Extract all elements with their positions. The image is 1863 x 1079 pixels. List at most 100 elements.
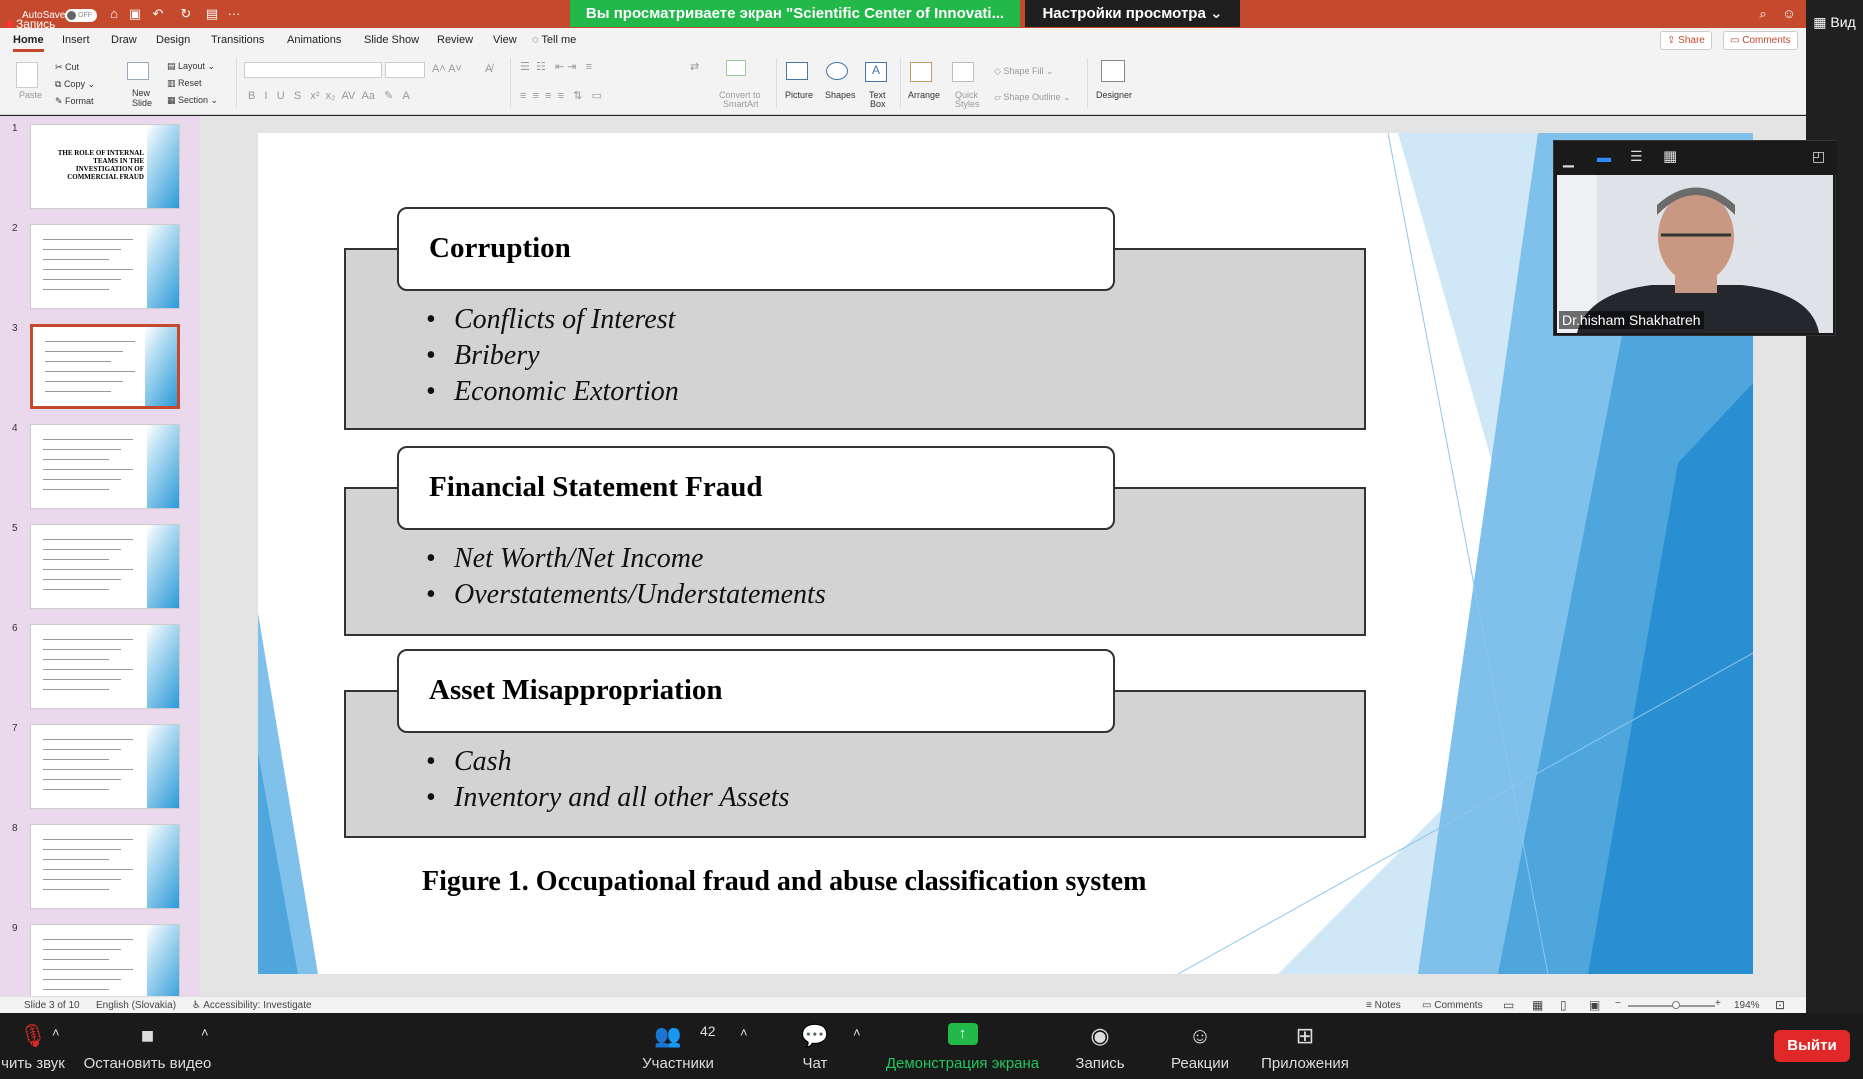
undo-icon[interactable]: ↶ [150,6,166,22]
font-size-select[interactable] [385,62,425,78]
text-style-icons[interactable]: B I U S x² x₂ AV Aa ✎ A [248,89,410,102]
zoom-slider[interactable] [1628,1001,1715,1009]
feedback-icon[interactable]: ☺ [1781,6,1797,22]
chat-options-chevron[interactable]: ˄ [853,1025,861,1040]
present-icon[interactable]: ▤ [204,6,220,22]
slide-thumbnail-3[interactable] [30,324,180,409]
current-slide[interactable]: Corruption Conflicts of Interest Bribery… [258,133,1753,974]
video-camera-icon: ■ [140,1023,155,1048]
slide-thumbnail-8[interactable] [30,824,180,909]
zoom-out-button[interactable]: − [1615,998,1621,1009]
zoom-slider-thumb[interactable] [1671,1001,1680,1009]
gallery-view-icon[interactable]: ▦ [1663,147,1677,165]
audio-options-chevron[interactable]: ˄ [52,1025,60,1040]
slideshow-icon[interactable]: ▣ [1589,998,1600,1012]
new-slide-icon[interactable] [127,62,149,80]
thumbnail-text-line [43,579,121,580]
section-button[interactable]: ▦ Section ⌄ [167,95,218,106]
reset-button[interactable]: ▥ Reset [167,78,202,89]
slide-thumbnail-6[interactable] [30,624,180,709]
section-label: Section [178,95,209,105]
tab-slide-show[interactable]: Slide Show [364,34,419,46]
tab-draw[interactable]: Draw [111,34,137,46]
stop-video-button[interactable]: ■ Остановить видео [80,1013,215,1079]
shape-fill-button[interactable]: ◇ Shape Fill ⌄ [994,66,1054,77]
quick-styles-icon[interactable] [952,62,974,82]
separator [776,58,777,108]
text-box-icon[interactable]: A [865,62,887,82]
tab-review[interactable]: Review [437,34,473,46]
fit-slide-icon[interactable]: ⊡ [1775,998,1785,1012]
slide-thumbnail-5[interactable] [30,524,180,609]
reactions-button[interactable]: ☺ Реакции [1165,1013,1235,1079]
zoom-sharing-banner: Вы просматриваете экран "Scientific Cent… [570,0,1020,27]
more-commands[interactable]: ··· [226,6,242,22]
clear-format-icon[interactable]: A̸ [485,63,492,75]
notes-button[interactable]: ≡ Notes [1366,1000,1401,1011]
list-indent-icons[interactable]: ☰ ☷ ⇤ ⇥ ≡ [520,60,592,73]
participants-button[interactable]: 👥 42 Участники [636,1013,720,1079]
leave-meeting-button[interactable]: Выйти [1774,1030,1850,1062]
thumbnail-text-line [43,769,133,770]
shape-outline-button[interactable]: ▱ Shape Outline ⌄ [994,92,1071,103]
share-button[interactable]: ⇪ Share [1660,31,1712,50]
comments-button[interactable]: ▭ Comments [1723,31,1798,50]
popout-icon[interactable]: ◰ [1812,148,1825,165]
redo-icon[interactable]: ↻ [178,6,194,22]
autosave-toggle[interactable]: OFF [65,9,97,22]
accessibility-button[interactable]: ♿ Accessibility: Investigate [192,1000,312,1011]
smartart-icon[interactable] [726,60,746,76]
tell-me-search[interactable]: ◌ Tell me [532,34,576,46]
tab-transitions[interactable]: Transitions [211,34,264,46]
slide-thumbnail-7[interactable] [30,724,180,809]
speaker-view-icon[interactable]: ▬ [1597,149,1611,165]
thumbnail-text-line [43,439,133,440]
video-options-chevron[interactable]: ˄ [201,1025,209,1040]
reading-view-icon[interactable]: ▯ [1560,998,1567,1012]
home-icon[interactable]: ⌂ [106,6,122,22]
unmute-label: чить звук [1,1055,65,1072]
minimize-icon[interactable]: ▁ [1563,151,1574,168]
zoom-in-button[interactable]: + [1715,998,1721,1009]
tab-animations[interactable]: Animations [287,34,341,46]
normal-view-icon[interactable]: ▭ [1503,998,1514,1012]
comments-status-button[interactable]: ▭ Comments [1422,1000,1483,1011]
tab-design[interactable]: Design [156,34,190,46]
apps-button[interactable]: ⊞ Приложения [1260,1013,1350,1079]
view-button[interactable]: ▦ Вид [1806,0,1863,45]
font-grow-shrink-icons[interactable]: A˄ A˅ [432,63,462,75]
language-indicator[interactable]: English (Slovakia) [96,1000,176,1011]
picture-icon[interactable] [786,62,808,80]
copy-button[interactable]: ⧉ Copy ⌄ [55,79,95,90]
chat-button[interactable]: 💬 Чат [790,1013,840,1079]
slide-thumbnail-2[interactable] [30,224,180,309]
shapes-icon[interactable] [826,62,848,80]
arrange-label: Arrange [908,90,941,100]
arrange-icon[interactable] [910,62,932,82]
view-button-label: Вид [1830,14,1856,30]
text-direction-icon[interactable]: ⇄ [690,60,699,73]
paste-icon[interactable] [16,62,38,88]
unmute-button[interactable]: 🎙 чить звук [0,1013,66,1079]
slide-thumbnail-1[interactable]: THE ROLE OF INTERNAL TEAMS IN THE INVEST… [30,124,180,209]
slide-thumbnail-4[interactable] [30,424,180,509]
search-icon[interactable]: ⌕ [1755,6,1771,22]
designer-icon[interactable] [1101,60,1125,82]
zoom-level[interactable]: 194% [1734,1000,1760,1011]
view-options-dropdown[interactable]: Настройки просмотра ⌄ [1025,0,1240,27]
participants-options-chevron[interactable]: ˄ [740,1025,748,1040]
layout-button[interactable]: ▤ Layout ⌄ [167,61,215,72]
font-family-select[interactable] [244,62,382,78]
split-view-icon[interactable]: ☰ [1630,148,1643,165]
share-screen-button[interactable]: ↑ Демонстрация экрана [880,1013,1045,1079]
tab-view[interactable]: View [493,34,517,46]
record-button[interactable]: ◉ Запись [1065,1013,1135,1079]
slide-sorter-icon[interactable]: ▦ [1532,998,1543,1012]
format-painter-button[interactable]: ✎ Format [55,96,94,107]
tab-home[interactable]: Home [13,34,44,52]
tab-insert[interactable]: Insert [62,34,90,46]
save-icon[interactable]: ▣ [127,6,143,22]
alignment-icons[interactable]: ≡ ≡ ≡ ≡ ⇅ ▭ [520,89,602,102]
participant-video-tile[interactable]: ▁ ▬ ☰ ▦ ◰ Dr.hisham Shakhatreh [1553,140,1837,336]
cut-button[interactable]: ✂ Cut [55,62,79,73]
